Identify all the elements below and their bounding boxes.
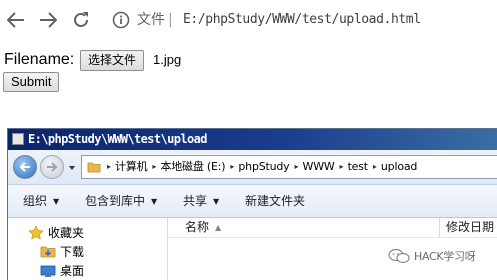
choose-file-button[interactable]: 选择文件	[80, 50, 145, 71]
nav-item-desktop[interactable]: 桌面	[40, 263, 84, 279]
window-icon	[12, 133, 24, 145]
star-icon	[28, 225, 44, 240]
new-folder-label: 新建文件夹	[245, 194, 306, 208]
downloads-folder-icon	[40, 246, 56, 258]
submit-button[interactable]: Submit	[3, 72, 60, 92]
browser-toolbar: 文件 | E:/phpStudy/WWW/test/upload.html	[0, 0, 497, 40]
reload-icon	[74, 12, 88, 27]
dropdown-caret-icon: ▼	[151, 197, 158, 206]
back-arrow-icon	[7, 12, 24, 28]
column-header-name[interactable]: 名称 ▲	[168, 218, 440, 238]
include-in-library-menu[interactable]: 包含到库中 ▼	[85, 193, 157, 210]
upload-form: Filename: 选择文件 1.jpg Submit	[0, 46, 497, 96]
reload-button[interactable]	[70, 9, 92, 31]
address-scheme-label: 文件	[137, 12, 165, 28]
crumb-arrow-icon[interactable]: ▸	[373, 159, 377, 175]
navigation-pane: 收藏夹 下载 桌面	[8, 218, 168, 280]
dialog-title-bar[interactable]: E:\phpStudy\WWW\test\upload	[8, 129, 497, 150]
organize-menu[interactable]: 组织 ▼	[23, 193, 59, 210]
dropdown-caret-icon: ▼	[213, 197, 220, 206]
dialog-address-row: ▸ 计算机 ▸ 本地磁盘 (E:) ▸ phpStudy ▸ WWW ▸ tes…	[8, 150, 497, 184]
back-button[interactable]	[5, 9, 27, 31]
wechat-logo-icon	[388, 248, 410, 264]
crumb-arrow-icon[interactable]: ▸	[340, 159, 344, 175]
sort-ascending-icon: ▲	[215, 223, 222, 232]
watermark: HACK学习呀	[388, 248, 476, 264]
forward-arrow-icon	[47, 162, 58, 172]
share-menu[interactable]: 共享 ▼	[183, 193, 219, 210]
dialog-path-bar[interactable]: ▸ 计算机 ▸ 本地磁盘 (E:) ▸ phpStudy ▸ WWW ▸ tes…	[81, 155, 497, 179]
back-arrow-icon	[19, 162, 30, 172]
crumb-arrow-icon[interactable]: ▸	[152, 159, 156, 175]
breadcrumb-local-disk[interactable]: 本地磁盘 (E:)	[160, 159, 225, 175]
organize-label: 组织	[23, 194, 48, 208]
dialog-command-bar: 组织 ▼ 包含到库中 ▼ 共享 ▼ 新建文件夹	[8, 184, 497, 218]
crumb-arrow-icon[interactable]: ▸	[295, 159, 299, 175]
dialog-forward-button[interactable]	[40, 155, 64, 179]
breadcrumb: ▸ 计算机 ▸ 本地磁盘 (E:) ▸ phpStudy ▸ WWW ▸ tes…	[107, 159, 422, 175]
selected-file-name: 1.jpg	[153, 52, 182, 67]
dialog-back-button[interactable]	[13, 155, 37, 179]
nav-item-favorites-label: 收藏夹	[48, 226, 85, 240]
filename-label: Filename:	[4, 51, 75, 68]
include-in-library-label: 包含到库中	[85, 194, 146, 208]
page-info-icon[interactable]	[112, 11, 130, 29]
column-header-name-label: 名称	[185, 220, 210, 234]
address-bar-url[interactable]: E:/phpStudy/WWW/test/upload.html	[183, 11, 421, 29]
new-folder-button[interactable]: 新建文件夹	[245, 193, 305, 209]
column-header-date-modified[interactable]: 修改日期	[440, 218, 497, 238]
dropdown-caret-icon: ▼	[53, 197, 60, 206]
dialog-title: E:\phpStudy\WWW\test\upload	[28, 132, 207, 146]
share-label: 共享	[183, 194, 208, 208]
breadcrumb-www[interactable]: WWW	[303, 159, 335, 175]
breadcrumb-phpstudy[interactable]: phpStudy	[238, 159, 289, 175]
nav-item-desktop-label: 桌面	[60, 264, 85, 278]
nav-item-favorites[interactable]: 收藏夹	[28, 225, 84, 241]
address-separator: |	[168, 12, 173, 28]
column-header-date-label: 修改日期	[446, 220, 495, 234]
history-chevron-icon[interactable]	[68, 164, 76, 172]
desktop-icon	[40, 265, 56, 277]
crumb-arrow-icon[interactable]: ▸	[230, 159, 234, 175]
nav-item-downloads[interactable]: 下载	[40, 244, 84, 260]
breadcrumb-computer[interactable]: 计算机	[115, 159, 148, 175]
forward-button[interactable]	[37, 9, 59, 31]
breadcrumb-test[interactable]: test	[348, 159, 369, 175]
folder-icon	[87, 162, 101, 173]
breadcrumb-upload[interactable]: upload	[381, 159, 417, 175]
watermark-text: HACK学习呀	[414, 250, 476, 263]
nav-item-downloads-label: 下载	[60, 245, 85, 259]
forward-arrow-icon	[40, 12, 57, 28]
crumb-arrow-icon: ▸	[107, 162, 112, 171]
